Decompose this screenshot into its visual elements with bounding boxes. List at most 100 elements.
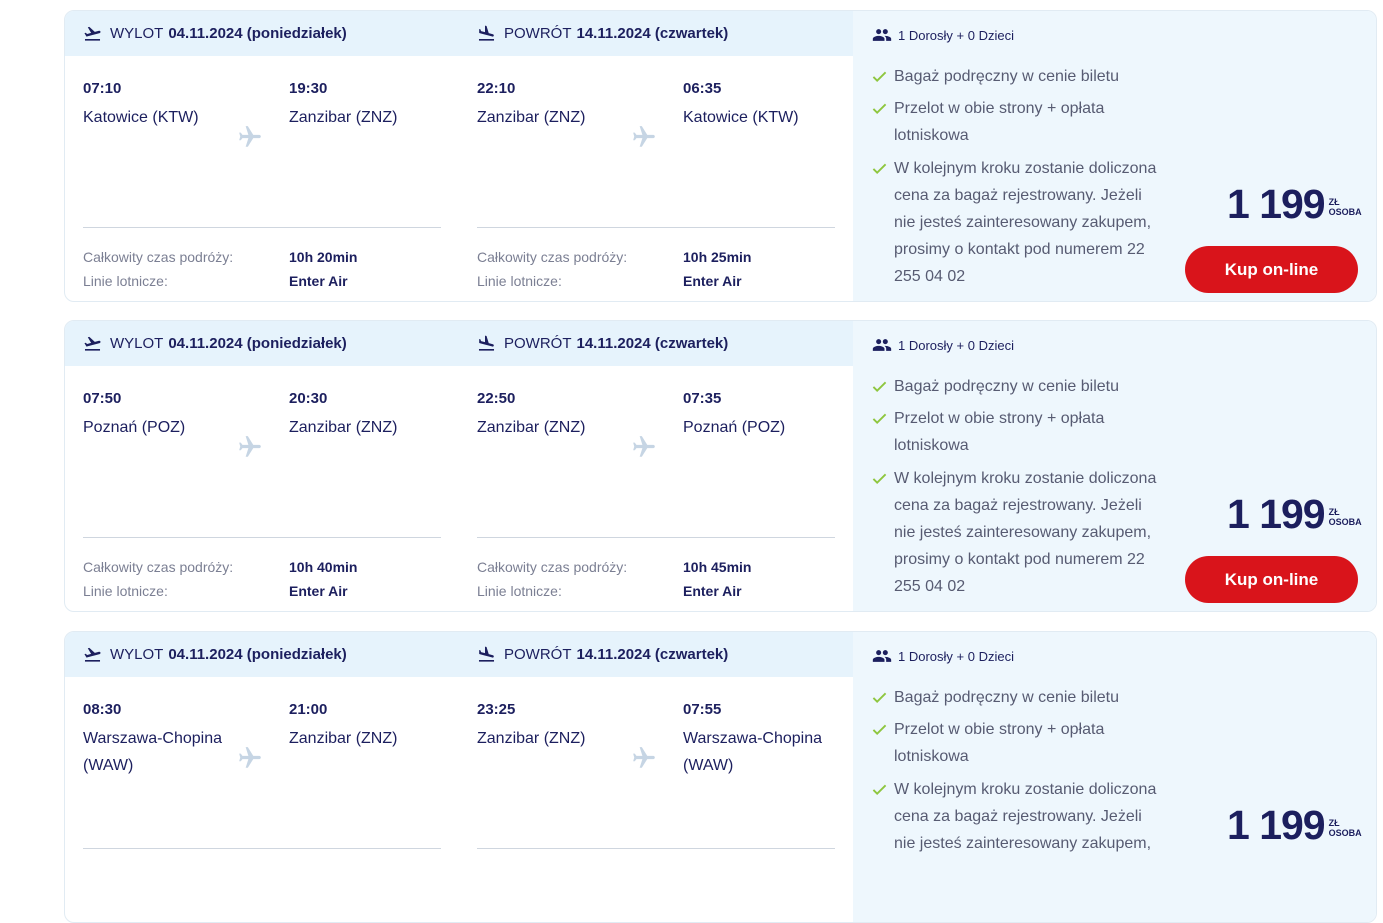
- outbound-header: WYLOT 04.11.2024 (poniedziałek): [83, 632, 347, 677]
- feature-item: W kolejnym kroku zostanie doliczona cena…: [872, 776, 1162, 857]
- offer-summary: 1 Dorosły + 0 Dzieci Bagaż podręczny w c…: [853, 632, 1376, 922]
- departure-city: Warszawa-Chopina (WAW): [83, 730, 223, 774]
- return-leg: 23:25 Zanzibar (ZNZ) 07:55 Warszawa-Chop…: [477, 677, 835, 922]
- return-date: 14.11.2024 (czwartek): [576, 646, 729, 663]
- leg-divider: [83, 227, 441, 228]
- passengers-icon: [872, 29, 892, 41]
- check-icon: [872, 71, 887, 83]
- price: 1 199 ZŁ OSOBA: [1227, 491, 1362, 537]
- departure-city: Katowice (KTW): [83, 109, 199, 126]
- feature-text: W kolejnym kroku zostanie doliczona cena…: [894, 781, 1157, 852]
- airline-label: Linie lotnicze:: [477, 583, 562, 599]
- airline-value: Enter Air: [683, 273, 742, 289]
- price-per: OSOBA: [1328, 517, 1362, 527]
- airline-value: Enter Air: [289, 583, 348, 599]
- check-icon: [872, 381, 887, 393]
- outbound-label: WYLOT: [110, 25, 164, 42]
- duration-label: Całkowity czas podróży:: [83, 249, 234, 265]
- passenger-text: 1 Dorosły + 0 Dzieci: [898, 27, 1014, 43]
- return-header: POWRÓT 14.11.2024 (czwartek): [477, 321, 728, 366]
- feature-text: W kolejnym kroku zostanie doliczona cena…: [894, 160, 1157, 285]
- return-label: POWRÓT: [504, 25, 572, 42]
- departure-time: 07:10: [83, 80, 122, 97]
- feature-item: W kolejnym kroku zostanie doliczona cena…: [872, 155, 1162, 290]
- outbound-date: 04.11.2024 (poniedziałek): [168, 646, 347, 663]
- arrival-time: 07:35: [683, 390, 722, 407]
- buy-online-button[interactable]: Kup on-line: [1185, 556, 1358, 603]
- check-icon: [872, 473, 887, 485]
- landing-icon: [478, 335, 495, 351]
- leg-divider: [477, 537, 835, 538]
- duration-value: 10h 20min: [289, 249, 358, 265]
- offer-summary: 1 Dorosły + 0 Dzieci Bagaż podręczny w c…: [853, 11, 1376, 301]
- feature-item: Bagaż podręczny w cenie biletu: [872, 63, 1162, 90]
- departure-time: 22:10: [477, 80, 516, 97]
- passenger-text: 1 Dorosły + 0 Dzieci: [898, 648, 1014, 664]
- passenger-count: 1 Dorosły + 0 Dzieci: [872, 25, 1014, 45]
- duration-label: Całkowity czas podróży:: [83, 559, 234, 575]
- landing-icon: [478, 25, 495, 41]
- price-currency: ZŁ: [1328, 507, 1340, 517]
- passenger-count: 1 Dorosły + 0 Dzieci: [872, 335, 1014, 355]
- leg-divider: [477, 848, 835, 849]
- outbound-header: WYLOT 04.11.2024 (poniedziałek): [83, 321, 347, 366]
- arrival-time: 06:35: [683, 80, 722, 97]
- arrival-city: Poznań (POZ): [683, 419, 786, 436]
- buy-online-button[interactable]: Kup on-line: [1185, 246, 1358, 293]
- outbound-label: WYLOT: [110, 335, 164, 352]
- return-label: POWRÓT: [504, 335, 572, 352]
- price-amount: 1 199: [1227, 802, 1326, 848]
- check-icon: [872, 103, 887, 115]
- passenger-count: 1 Dorosły + 0 Dzieci: [872, 646, 1014, 666]
- plane-icon: [633, 126, 655, 147]
- return-leg: 22:10 Zanzibar (ZNZ) 06:35 Katowice (KTW…: [477, 56, 835, 301]
- duration-label: Całkowity czas podróży:: [477, 559, 628, 575]
- outbound-leg: 08:30 Warszawa-Chopina (WAW) 21:00 Zanzi…: [83, 677, 441, 922]
- flight-legs: WYLOT 04.11.2024 (poniedziałek) POWRÓT 1…: [65, 321, 853, 611]
- feature-item: Przelot w obie strony + opłata lotniskow…: [872, 716, 1162, 770]
- feature-text: Bagaż podręczny w cenie biletu: [894, 68, 1120, 85]
- price: 1 199 ZŁ OSOBA: [1227, 181, 1362, 227]
- departure-time: 08:30: [83, 701, 122, 718]
- return-header: POWRÓT 14.11.2024 (czwartek): [477, 11, 728, 56]
- plane-icon: [239, 126, 261, 147]
- airline-label: Linie lotnicze:: [477, 273, 562, 289]
- flight-offer-card: WYLOT 04.11.2024 (poniedziałek) POWRÓT 1…: [64, 10, 1377, 302]
- departure-city: Zanzibar (ZNZ): [477, 419, 586, 436]
- outbound-label: WYLOT: [110, 646, 164, 663]
- return-date: 14.11.2024 (czwartek): [576, 25, 729, 42]
- leg-divider: [83, 848, 441, 849]
- flight-offer-card: WYLOT 04.11.2024 (poniedziałek) POWRÓT 1…: [64, 320, 1377, 612]
- airline-value: Enter Air: [683, 583, 742, 599]
- feature-item: W kolejnym kroku zostanie doliczona cena…: [872, 465, 1162, 600]
- return-header: POWRÓT 14.11.2024 (czwartek): [477, 632, 728, 677]
- feature-item: Przelot w obie strony + opłata lotniskow…: [872, 405, 1162, 459]
- duration-label: Całkowity czas podróży:: [477, 249, 628, 265]
- price-unit: ZŁ OSOBA: [1329, 197, 1362, 217]
- flight-offer-card: WYLOT 04.11.2024 (poniedziałek) POWRÓT 1…: [64, 631, 1377, 923]
- outbound-leg: 07:10 Katowice (KTW) 19:30 Zanzibar (ZNZ…: [83, 56, 441, 301]
- feature-text: W kolejnym kroku zostanie doliczona cena…: [894, 470, 1157, 595]
- price-unit: ZŁ OSOBA: [1329, 507, 1362, 527]
- takeoff-icon: [84, 336, 101, 351]
- return-label: POWRÓT: [504, 646, 572, 663]
- arrival-city: Zanzibar (ZNZ): [289, 419, 398, 436]
- plane-icon: [633, 747, 655, 768]
- check-icon: [872, 163, 887, 175]
- price-per: OSOBA: [1328, 207, 1362, 217]
- price-unit: ZŁ OSOBA: [1329, 818, 1362, 838]
- flight-legs: WYLOT 04.11.2024 (poniedziałek) POWRÓT 1…: [65, 632, 853, 922]
- departure-city: Zanzibar (ZNZ): [477, 730, 586, 747]
- price-currency: ZŁ: [1328, 197, 1340, 207]
- outbound-date: 04.11.2024 (poniedziałek): [168, 25, 347, 42]
- arrival-time: 07:55: [683, 701, 722, 718]
- flight-legs: WYLOT 04.11.2024 (poniedziałek) POWRÓT 1…: [65, 11, 853, 301]
- return-leg: 22:50 Zanzibar (ZNZ) 07:35 Poznań (POZ) …: [477, 366, 835, 611]
- price: 1 199 ZŁ OSOBA: [1227, 802, 1362, 848]
- departure-time: 07:50: [83, 390, 122, 407]
- departure-time: 23:25: [477, 701, 516, 718]
- takeoff-icon: [84, 647, 101, 662]
- feature-text: Przelot w obie strony + opłata lotniskow…: [894, 100, 1105, 144]
- duration-value: 10h 25min: [683, 249, 752, 265]
- departure-time: 22:50: [477, 390, 516, 407]
